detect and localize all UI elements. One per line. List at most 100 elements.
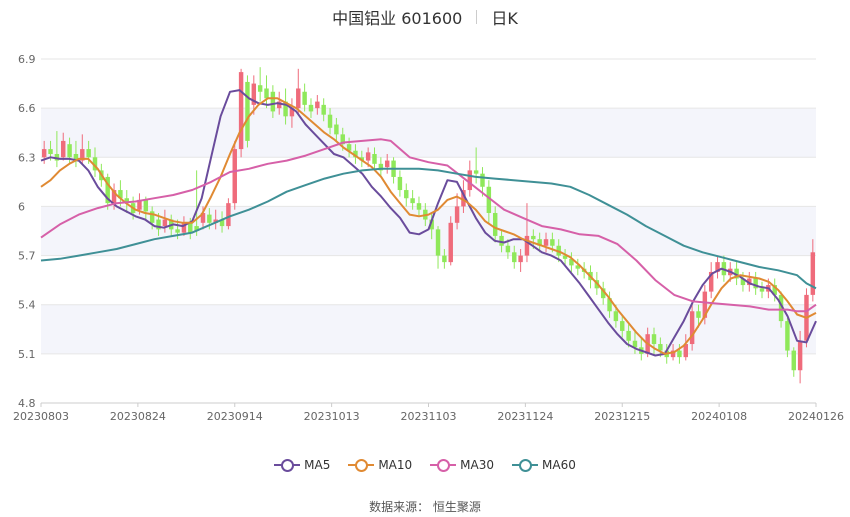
candle-body: [410, 198, 415, 204]
candle[interactable]: [753, 271, 758, 295]
candle-body: [397, 176, 403, 191]
x-tick-label: 20231215: [594, 410, 650, 423]
x-tick-label: 20231124: [497, 410, 553, 423]
candle-body: [785, 321, 790, 351]
legend-label: MA10: [378, 458, 413, 472]
candle-body: [321, 104, 326, 115]
candle-body: [232, 149, 237, 204]
legend-item-ma30[interactable]: MA30: [430, 458, 494, 472]
candle-body: [308, 104, 314, 112]
y-tick-label: 6.6: [18, 102, 36, 115]
candle-body: [296, 88, 301, 109]
candle[interactable]: [397, 170, 403, 197]
candle[interactable]: [715, 255, 720, 279]
candle-body: [67, 144, 72, 158]
legend-item-ma10[interactable]: MA10: [348, 458, 412, 472]
candle-body: [302, 91, 307, 105]
candle[interactable]: [302, 83, 307, 112]
legend-item-ma60[interactable]: MA60: [512, 458, 576, 472]
candle-body: [531, 235, 536, 240]
legend-swatch: [348, 458, 375, 472]
candle-body: [327, 114, 333, 128]
y-tick-label: 5.1: [18, 348, 36, 361]
candle[interactable]: [257, 67, 263, 102]
candle-body: [696, 311, 701, 318]
candle[interactable]: [435, 226, 441, 269]
candle-body: [626, 330, 631, 341]
x-tick-label: 20230824: [110, 410, 166, 423]
legend-marker: [355, 459, 369, 472]
x-tick-label: 20231103: [401, 410, 457, 423]
candle-body: [315, 101, 320, 109]
candle-body: [257, 85, 263, 92]
y-axis-labels: 6.9 6.6 6.3 6 5.7 5.4 5.1 4.8: [18, 53, 36, 410]
candle[interactable]: [759, 281, 765, 299]
candle-body: [448, 222, 453, 263]
candle-body: [518, 255, 523, 263]
candle-body: [226, 203, 231, 227]
candle-body: [524, 235, 530, 256]
candle-body: [162, 219, 168, 227]
candle[interactable]: [791, 347, 796, 377]
candle[interactable]: [238, 68, 244, 158]
candle-body: [492, 212, 498, 236]
candle[interactable]: [391, 157, 396, 184]
candle[interactable]: [404, 183, 409, 207]
candle-body: [372, 154, 377, 164]
candle-body: [759, 288, 765, 292]
candle-body: [689, 311, 695, 345]
candle[interactable]: [264, 75, 269, 109]
candle-body: [543, 239, 549, 246]
candle-body: [473, 170, 479, 174]
candle-body: [188, 222, 193, 233]
x-tick-label: 20230914: [207, 410, 263, 423]
candle[interactable]: [448, 216, 453, 266]
candle-body: [677, 350, 682, 358]
chart-legend: MA5 MA10 MA30 MA60: [0, 458, 850, 472]
candle[interactable]: [194, 170, 199, 236]
candle-body: [238, 72, 244, 150]
candle-body: [207, 214, 212, 223]
candle-body: [416, 203, 422, 210]
y-tick-label: 5.7: [18, 250, 36, 263]
x-tick-label: 20240108: [691, 410, 747, 423]
kline-chart[interactable]: 6.96.66.365.75.45.14.8 20230803 20230824 2…: [0, 0, 850, 450]
legend-marker: [281, 459, 295, 472]
candle[interactable]: [467, 160, 473, 197]
legend-marker: [519, 459, 533, 472]
candle[interactable]: [708, 262, 714, 299]
candle[interactable]: [245, 75, 250, 148]
y-tick-label: 6.9: [18, 53, 36, 66]
candle[interactable]: [232, 140, 237, 210]
candle-body: [613, 311, 619, 322]
data-source: 数据来源： 恒生聚源: [0, 498, 850, 515]
y-tick-label: 6: [18, 200, 25, 213]
candle[interactable]: [226, 198, 231, 230]
x-tick-label: 20231013: [304, 410, 360, 423]
source-value: 恒生聚源: [432, 500, 481, 514]
grid-band: [41, 108, 816, 158]
legend-label: MA30: [460, 458, 495, 472]
candle-body: [41, 149, 47, 158]
candle-body: [467, 170, 473, 191]
y-tick-label: 6.3: [18, 151, 36, 164]
x-axis-labels: 20230803 20230824 20230914 20231013 20231103…: [13, 410, 844, 423]
candle-body: [435, 229, 441, 256]
legend-item-ma5[interactable]: MA5: [274, 458, 330, 472]
legend-label: MA60: [542, 458, 576, 472]
legend-swatch: [274, 458, 301, 472]
candle-body: [384, 160, 390, 168]
candle-body: [480, 173, 485, 187]
legend-swatch: [512, 458, 539, 472]
candle-body: [270, 91, 276, 112]
candle-body: [651, 334, 657, 345]
candle-body: [48, 149, 53, 155]
candle-body: [454, 206, 460, 223]
candle-body: [61, 140, 66, 158]
candle-body: [797, 340, 803, 371]
legend-label: MA5: [304, 458, 331, 472]
candle-body: [143, 199, 149, 212]
candle-body: [86, 149, 91, 158]
candle-body: [334, 124, 339, 135]
candle-body: [404, 190, 409, 199]
